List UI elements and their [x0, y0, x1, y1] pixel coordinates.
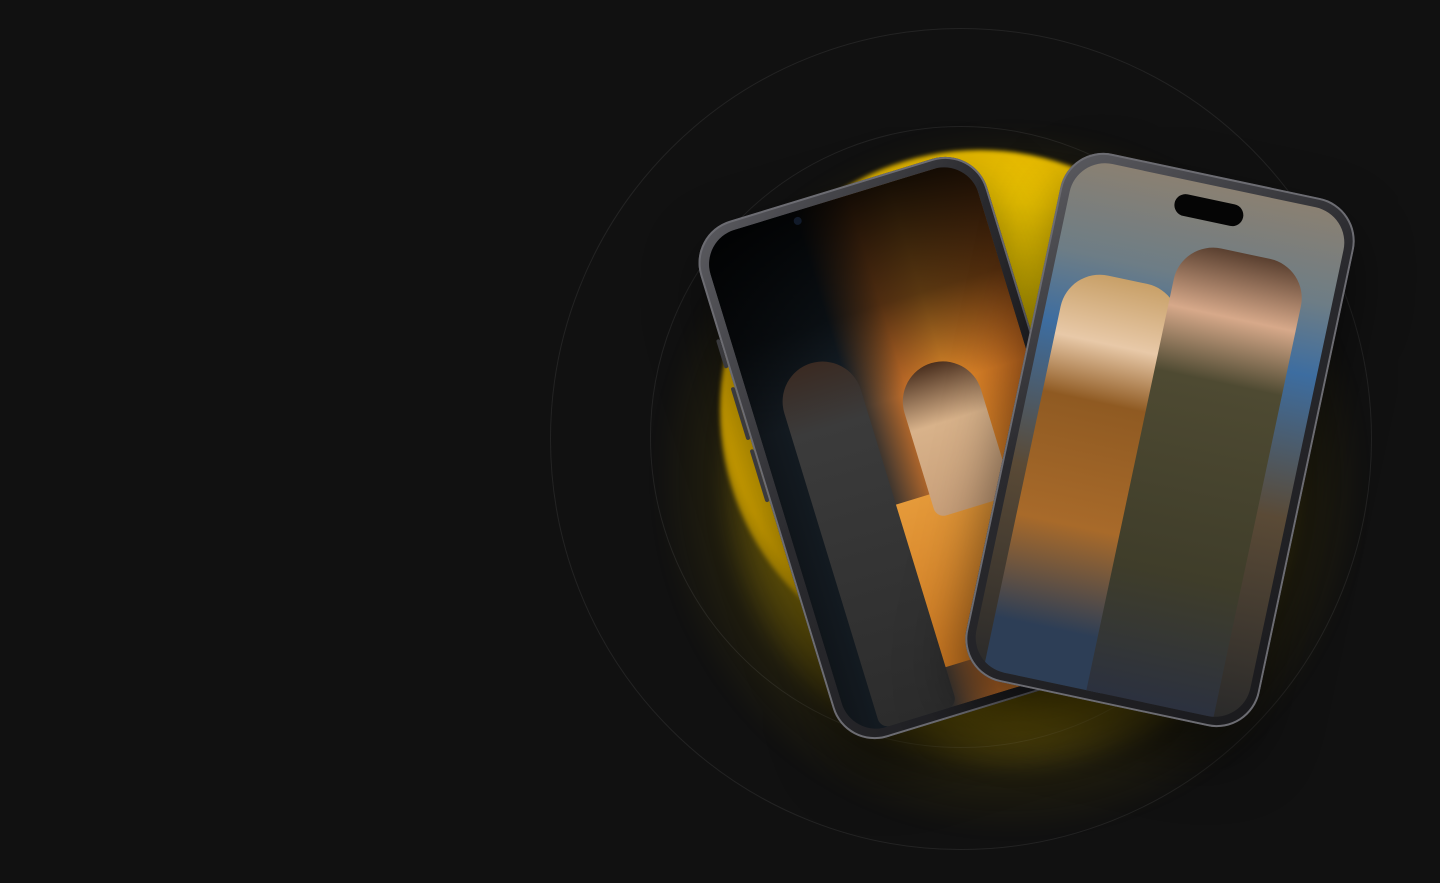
- hero-visual: [0, 0, 1440, 883]
- camera-icon: [792, 215, 803, 226]
- dynamic-island: [1172, 192, 1246, 229]
